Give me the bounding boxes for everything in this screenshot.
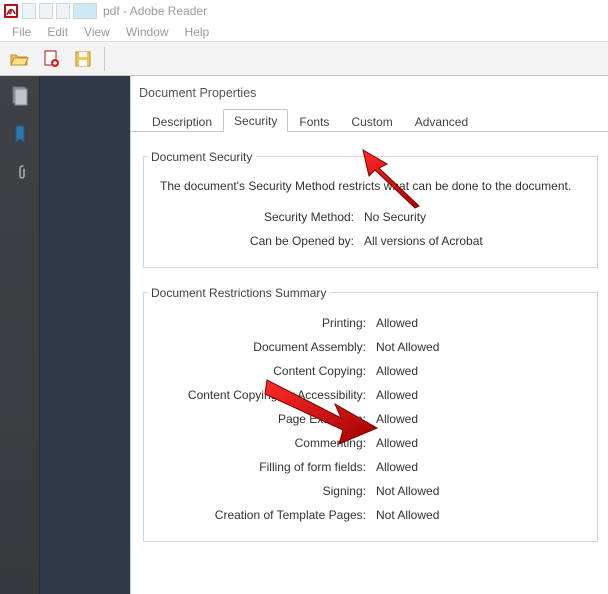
pdf-create-icon: [41, 49, 61, 69]
opened-by-value: All versions of Acrobat: [364, 234, 483, 248]
attachments-icon[interactable]: [11, 162, 29, 182]
bookmarks-icon[interactable]: [11, 124, 29, 144]
dialog-title: Document Properties: [131, 84, 608, 108]
restriction-value: Allowed: [376, 460, 418, 474]
save-icon: [73, 49, 93, 69]
open-button[interactable]: [6, 46, 32, 72]
window-title: pdf - Adobe Reader: [103, 4, 207, 18]
restriction-row: Commenting:Allowed: [154, 431, 587, 455]
restriction-value: Allowed: [376, 436, 418, 450]
main-area: Document Properties Description Security…: [0, 76, 608, 594]
restriction-row: Document Assembly:Not Allowed: [154, 335, 587, 359]
restriction-label: Printing:: [154, 316, 376, 330]
restriction-label: Commenting:: [154, 436, 376, 450]
menu-window[interactable]: Window: [118, 23, 177, 41]
restriction-value: Not Allowed: [376, 340, 439, 354]
document-area: [40, 76, 130, 594]
adobe-reader-icon: [4, 4, 18, 18]
thumb-icon: [56, 3, 70, 19]
group-label: Document Restrictions Summary: [147, 286, 330, 300]
thumb-icon: [39, 3, 53, 19]
restriction-row: Content Copying for Accessibility:Allowe…: [154, 383, 587, 407]
security-method-value: No Security: [364, 210, 426, 224]
opened-by-label: Can be Opened by:: [154, 234, 364, 248]
restriction-value: Allowed: [376, 364, 418, 378]
restriction-label: Creation of Template Pages:: [154, 508, 376, 522]
group-label: Document Security: [147, 150, 256, 164]
restriction-value: Allowed: [376, 316, 418, 330]
menubar: File Edit View Window Help: [0, 22, 608, 42]
menu-help[interactable]: Help: [177, 23, 218, 41]
restriction-label: Page Extraction:: [154, 412, 376, 426]
restriction-label: Content Copying:: [154, 364, 376, 378]
restriction-label: Signing:: [154, 484, 376, 498]
menu-edit[interactable]: Edit: [39, 23, 76, 41]
restriction-row: Page Extraction:Allowed: [154, 407, 587, 431]
tab-row: Description Security Fonts Custom Advanc…: [131, 108, 608, 132]
document-properties-dialog: Document Properties Description Security…: [130, 76, 608, 594]
restriction-value: Allowed: [376, 388, 418, 402]
create-pdf-button[interactable]: [38, 46, 64, 72]
tab-advanced[interactable]: Advanced: [404, 110, 479, 132]
menu-file[interactable]: File: [4, 23, 39, 41]
restriction-label: Filling of form fields:: [154, 460, 376, 474]
thumb-icon: [22, 3, 36, 19]
restriction-row: Content Copying:Allowed: [154, 359, 587, 383]
restriction-value: Allowed: [376, 412, 418, 426]
restriction-row: Printing:Allowed: [154, 311, 587, 335]
folder-open-icon: [9, 49, 29, 69]
security-method-label: Security Method:: [154, 210, 364, 224]
restriction-row: Creation of Template Pages:Not Allowed: [154, 503, 587, 527]
menu-view[interactable]: View: [76, 23, 118, 41]
thumb-icon: [73, 3, 97, 19]
restriction-value: Not Allowed: [376, 484, 439, 498]
page-thumbnails-icon[interactable]: [11, 86, 29, 106]
restriction-value: Not Allowed: [376, 508, 439, 522]
restriction-label: Document Assembly:: [154, 340, 376, 354]
title-thumbnails: [22, 3, 97, 19]
toolbar: [0, 42, 608, 76]
restriction-label: Content Copying for Accessibility:: [154, 388, 376, 402]
titlebar: pdf - Adobe Reader: [0, 0, 608, 22]
group-document-security: Document Security The document's Securit…: [143, 142, 598, 268]
nav-panel: [0, 76, 40, 594]
tab-custom[interactable]: Custom: [340, 110, 403, 132]
group-restrictions: Document Restrictions Summary Printing:A…: [143, 278, 598, 542]
restriction-row: Signing:Not Allowed: [154, 479, 587, 503]
tab-description[interactable]: Description: [141, 110, 223, 132]
restriction-row: Filling of form fields:Allowed: [154, 455, 587, 479]
save-button[interactable]: [70, 46, 96, 72]
tab-security[interactable]: Security: [223, 109, 288, 132]
toolbar-separator: [104, 47, 105, 71]
security-intro-text: The document's Security Method restricts…: [154, 175, 587, 205]
tab-fonts[interactable]: Fonts: [288, 110, 340, 132]
